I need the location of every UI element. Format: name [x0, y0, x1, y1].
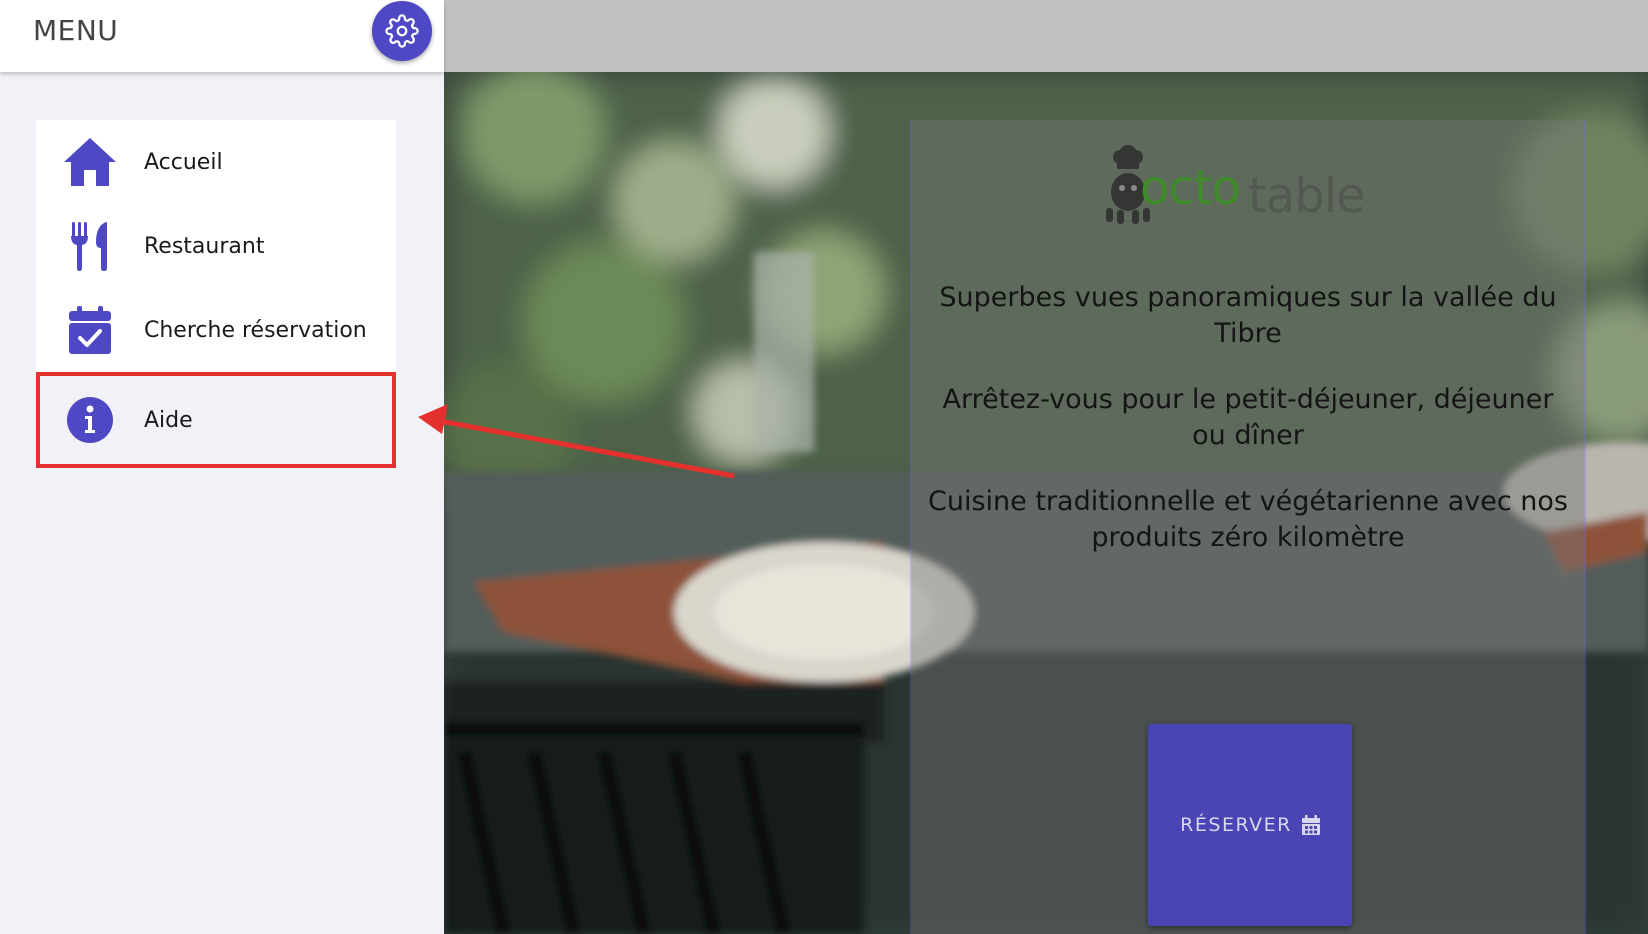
gear-icon: [385, 14, 419, 48]
calendar-check-icon: [62, 302, 118, 358]
sidebar-header: MENU: [0, 0, 444, 72]
menu-item-label: Accueil: [144, 149, 223, 175]
reserve-button-label: RÉSERVER: [1180, 814, 1292, 836]
tagline-cuisine: Cuisine traditionnelle et végétarienne a…: [928, 486, 1568, 553]
reserve-button[interactable]: RÉSERVER: [1148, 724, 1352, 926]
menu-title: MENU: [33, 14, 119, 47]
menu-item-aide[interactable]: Aide: [36, 372, 396, 468]
hero-section: octo table Superbes vues panoramiques su…: [444, 72, 1648, 934]
sidebar: MENU Accueil Restaurant Cherche réservat…: [0, 0, 444, 934]
info-icon: [62, 392, 118, 448]
logo-text-table: table: [1248, 168, 1365, 224]
settings-button[interactable]: [372, 1, 432, 61]
octotable-logo: octo table: [1100, 142, 1400, 232]
menu-item-accueil[interactable]: Accueil: [36, 120, 396, 204]
menu-list: Accueil Restaurant Cherche réservation A…: [36, 120, 396, 468]
utensils-icon: [62, 218, 118, 274]
menu-item-label: Cherche réservation: [144, 317, 367, 343]
calendar-icon: [1301, 815, 1320, 835]
info-card: octo table Superbes vues panoramiques su…: [912, 120, 1584, 934]
tagline-meals: Arrêtez-vous pour le petit-déjeuner, déj…: [942, 384, 1554, 451]
menu-item-restaurant[interactable]: Restaurant: [36, 204, 396, 288]
logo-text-octo: octo: [1140, 160, 1240, 216]
menu-item-label: Aide: [144, 407, 193, 433]
menu-item-label: Restaurant: [144, 233, 265, 259]
menu-item-cherche-reservation[interactable]: Cherche réservation: [36, 288, 396, 372]
menu-card: Accueil Restaurant Cherche réservation: [36, 120, 396, 372]
home-icon: [62, 134, 118, 190]
tagline-views: Superbes vues panoramiques sur la vallée…: [939, 282, 1557, 349]
top-bar: [444, 0, 1648, 72]
